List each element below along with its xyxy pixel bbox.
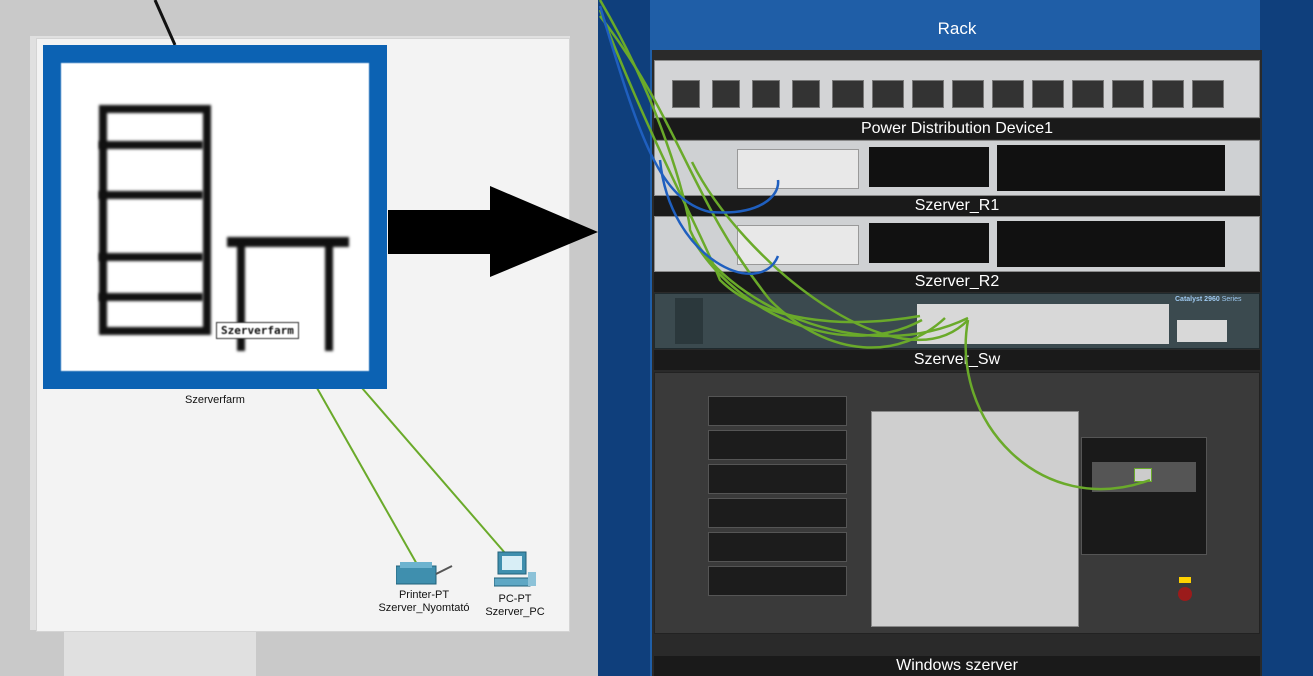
cable-link-printer <box>316 387 419 567</box>
cluster-tooltip: Szerverfarm <box>216 322 299 339</box>
router-slot <box>997 221 1225 267</box>
router-slot <box>869 223 989 263</box>
switch-series-name: Series <box>1221 296 1242 303</box>
outlet[interactable] <box>872 80 904 108</box>
blade-server[interactable] <box>708 464 847 494</box>
blade-server[interactable] <box>708 430 847 460</box>
power-button[interactable] <box>1178 587 1192 601</box>
router-slot <box>869 147 989 187</box>
outlet[interactable] <box>1192 80 1224 108</box>
outlet[interactable] <box>1112 80 1144 108</box>
outlet[interactable] <box>952 80 984 108</box>
router-module <box>737 225 859 265</box>
server-farm-graphic: Szerverfarm <box>61 63 369 371</box>
switch-port-block <box>917 304 1169 344</box>
device-label-server: Windows szerver <box>654 656 1260 676</box>
device-label-switch: Szerver_Sw <box>654 350 1260 370</box>
pc-name-label: Szerver_PC <box>485 606 545 618</box>
printer-name-label: Szerver_Nyomtató <box>378 602 470 614</box>
cluster-label: Szerverfarm <box>185 394 245 406</box>
router-2-device[interactable] <box>654 216 1260 272</box>
pc-type-label: PC-PT <box>498 593 532 605</box>
power-led <box>1179 577 1191 583</box>
pdu-outlets <box>668 80 1248 110</box>
shelf-divider <box>99 191 203 199</box>
outlet[interactable] <box>792 80 820 108</box>
device-label-router-1: Szerver_R1 <box>654 196 1260 216</box>
switch-uplink-ports <box>1177 320 1227 342</box>
cable-link-pc <box>361 387 506 554</box>
rack-rail-left <box>598 0 650 676</box>
outlet[interactable] <box>1152 80 1184 108</box>
device-label-router-2: Szerver_R2 <box>654 272 1260 292</box>
table-leg <box>325 243 333 351</box>
server-drive-bay <box>871 411 1079 627</box>
printer-icon[interactable] <box>396 560 454 586</box>
router-1-device[interactable] <box>654 140 1260 196</box>
outlet[interactable] <box>752 80 780 108</box>
blade-server[interactable] <box>708 396 847 426</box>
outlet[interactable] <box>1032 80 1064 108</box>
server-nic-slot <box>1081 437 1207 555</box>
printer-type-label: Printer-PT <box>398 589 450 601</box>
switch-model-label: Catalyst 2960 Series <box>1175 296 1242 303</box>
shelf-divider <box>99 141 203 149</box>
outlet[interactable] <box>1072 80 1104 108</box>
rack-rail-right <box>1260 0 1313 676</box>
cable-link-top <box>153 0 177 46</box>
rack-title: Rack <box>654 4 1260 50</box>
outlet[interactable] <box>992 80 1024 108</box>
switch-led-panel <box>675 298 703 344</box>
outlet[interactable] <box>912 80 944 108</box>
router-slot <box>997 145 1225 191</box>
blade-server[interactable] <box>708 532 847 562</box>
blade-server[interactable] <box>708 566 847 596</box>
pc-icon[interactable] <box>494 550 538 590</box>
shelf-divider <box>99 253 203 261</box>
outlet[interactable] <box>672 80 700 108</box>
router-module <box>737 149 859 189</box>
device-label-pdu: Power Distribution Device1 <box>654 119 1260 139</box>
server-farm-cluster-icon[interactable]: Szerverfarm <box>43 45 387 389</box>
arrow-right-icon <box>388 186 598 277</box>
nic-port[interactable] <box>1134 468 1152 482</box>
logical-workspace[interactable]: Szerverfarm Szerverfarm Printer-PT Szerv… <box>0 0 598 676</box>
blade-server[interactable] <box>708 498 847 528</box>
outlet[interactable] <box>712 80 740 108</box>
switch-model-name: Catalyst 2960 <box>1175 296 1220 303</box>
outlet[interactable] <box>832 80 864 108</box>
switch-device[interactable]: Catalyst 2960 Series <box>654 293 1260 349</box>
shelf-divider <box>99 293 203 301</box>
